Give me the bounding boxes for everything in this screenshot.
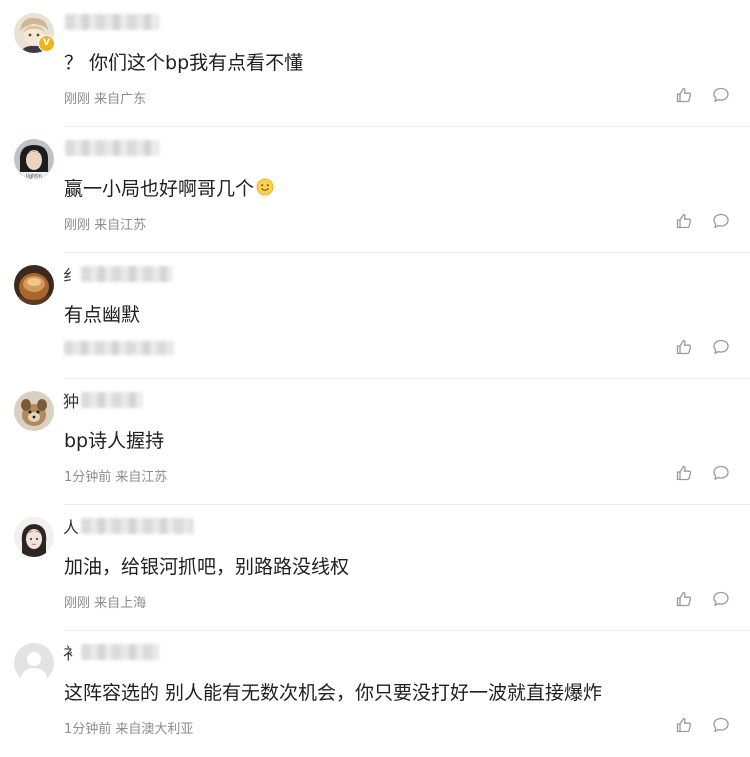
username[interactable]	[63, 138, 159, 158]
comment-item: V ？ 你们这个bp我有点看不懂 刚刚 来自广东	[0, 0, 750, 127]
blurred-username	[65, 140, 159, 156]
comment-location: 来自江苏	[94, 218, 147, 233]
username-prefix: 纟	[63, 266, 80, 285]
comment-item: lightin 赢一小局也好啊哥几个 刚刚 来自江苏	[0, 126, 750, 253]
blurred-username	[81, 266, 174, 282]
comment-time: 刚刚	[64, 92, 91, 107]
comment-bubble-icon[interactable]	[712, 212, 730, 230]
avatar[interactable]	[14, 265, 54, 305]
blurred-username	[81, 518, 194, 534]
avatar[interactable]: lightin	[14, 139, 54, 179]
username[interactable]: 纟	[63, 264, 174, 285]
comment-text: ？ 你们这个bp我有点看不懂	[64, 52, 304, 74]
comment-meta: 刚刚 来自江苏	[64, 214, 146, 233]
comment-meta: 1分钟前 来自江苏	[64, 466, 167, 485]
comment-text: 赢一小局也好啊哥几个	[64, 177, 274, 201]
thumbs-up-icon[interactable]	[675, 464, 693, 482]
thumbs-up-icon[interactable]	[675, 212, 693, 230]
comment-meta: 刚刚 来自广东	[64, 88, 146, 107]
comment-time: 1分钟前	[64, 470, 112, 485]
comment-location: 来自广东	[94, 92, 147, 107]
thumbs-up-icon[interactable]	[675, 716, 693, 734]
username[interactable]: 人	[63, 516, 194, 537]
vip-badge-icon: V	[38, 35, 55, 52]
comment-time: 刚刚	[64, 218, 91, 233]
comment-text: 加油，给银河抓吧，别路路没线权	[64, 556, 350, 578]
comment-bubble-icon[interactable]	[712, 590, 730, 608]
comment-text: bp诗人握持	[64, 430, 165, 452]
comment-meta: 1分钟前 来自澳大利亚	[64, 718, 193, 737]
comment-bubble-icon[interactable]	[712, 86, 730, 104]
comment-location: 来自江苏	[115, 470, 168, 485]
comment-list: V ？ 你们这个bp我有点看不懂 刚刚 来自广东 lightin 赢一小局也好啊…	[0, 0, 750, 755]
avatar[interactable]	[14, 643, 54, 683]
comment-bubble-icon[interactable]	[712, 464, 730, 482]
comment-time: 刚刚	[64, 596, 91, 611]
thumbs-up-icon[interactable]	[675, 86, 693, 104]
thumbs-up-icon[interactable]	[675, 590, 693, 608]
avatar[interactable]	[14, 517, 54, 557]
comment-bubble-icon[interactable]	[712, 716, 730, 734]
username[interactable]	[63, 12, 159, 32]
avatar[interactable]	[14, 391, 54, 431]
username-prefix: 狆	[63, 392, 80, 411]
comment-bubble-icon[interactable]	[712, 338, 730, 356]
thumbs-up-icon[interactable]	[675, 338, 693, 356]
smile-emoji-icon	[256, 178, 274, 196]
comment-item: 衤 这阵容选的 别人能有无数次机会，你只要没打好一波就直接爆炸 1分钟前 来自澳…	[0, 630, 750, 757]
username-prefix: 衤	[63, 644, 80, 663]
comment-location: 来自上海	[94, 596, 147, 611]
comment-text: 这阵容选的 别人能有无数次机会，你只要没打好一波就直接爆炸	[64, 682, 603, 704]
blurred-username	[65, 14, 159, 30]
username[interactable]: 衤	[63, 642, 160, 663]
comment-time: 1分钟前	[64, 722, 112, 737]
comment-meta	[64, 340, 174, 355]
comment-location: 来自澳大利亚	[115, 722, 194, 737]
svg-text:lightin: lightin	[26, 174, 42, 180]
comment-text: 有点幽默	[64, 304, 141, 326]
blurred-meta	[64, 341, 174, 355]
username[interactable]: 狆	[63, 390, 144, 411]
comment-meta: 刚刚 来自上海	[64, 592, 146, 611]
comment-item: 狆 bp诗人握持 1分钟前 来自江苏	[0, 378, 750, 505]
blurred-username	[81, 392, 144, 408]
blurred-username	[81, 644, 160, 660]
username-prefix: 人	[63, 518, 80, 537]
comment-item: 人 加油，给银河抓吧，别路路没线权 刚刚 来自上海	[0, 504, 750, 631]
comment-item: 纟 有点幽默	[0, 252, 750, 379]
